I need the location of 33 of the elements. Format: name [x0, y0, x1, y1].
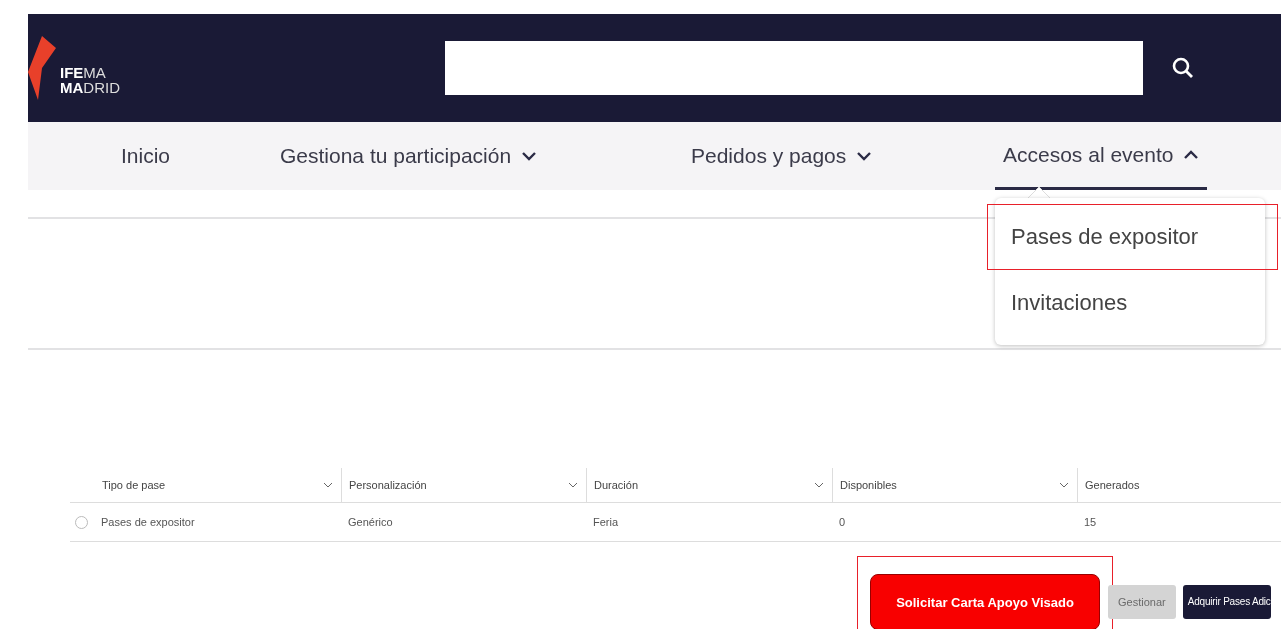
column-header[interactable]: Duración [586, 468, 832, 502]
table-cell-text: 0 [838, 515, 847, 530]
column-title: Disponibles [840, 479, 897, 491]
nav-menu-item[interactable]: Inicio [113, 122, 179, 190]
column-title: Generados [1085, 479, 1140, 491]
dropdown-item[interactable]: Invitaciones [995, 270, 1265, 336]
column-header[interactable]: Tipo de pase [70, 468, 341, 502]
nav-menu-item[interactable]: Pedidos y pagos [683, 122, 881, 190]
nav-menu-item[interactable]: Accesos al evento [995, 122, 1208, 190]
caret-icon [1183, 149, 1200, 160]
column-header[interactable]: Disponibles [832, 468, 1077, 502]
caret-icon [856, 151, 873, 161]
column-header[interactable]: Personalización [341, 468, 586, 502]
chevron-icon [1059, 482, 1069, 488]
nav-menu-item[interactable]: Gestiona tu participación [272, 122, 546, 190]
table-cell: Pases de expositor [101, 516, 195, 528]
action-button[interactable]: Solicitar Carta Apoyo Visado [870, 574, 1100, 629]
search-field[interactable] [445, 41, 1143, 95]
caret-icon [521, 151, 538, 161]
chevron-icon [814, 482, 824, 488]
table-cell-text: Feria [592, 515, 620, 530]
logo-mark-icon [28, 34, 58, 102]
logo-text: IFEMA MADRID [60, 65, 120, 95]
column-title: Tipo de pase [102, 479, 166, 491]
dropdown-item[interactable]: Pases de expositor [987, 204, 1278, 270]
action-button[interactable]: Adquirir Pases Adic [1182, 584, 1271, 619]
column-header[interactable]: Generados [1077, 468, 1281, 502]
chevron-icon [323, 482, 333, 488]
chevron-icon [568, 482, 578, 488]
table-cell-text: Genérico [347, 515, 394, 530]
column-title: Duración [594, 479, 639, 491]
table-cell-text: 15 [1083, 515, 1098, 530]
column-title: Personalización [349, 479, 427, 491]
